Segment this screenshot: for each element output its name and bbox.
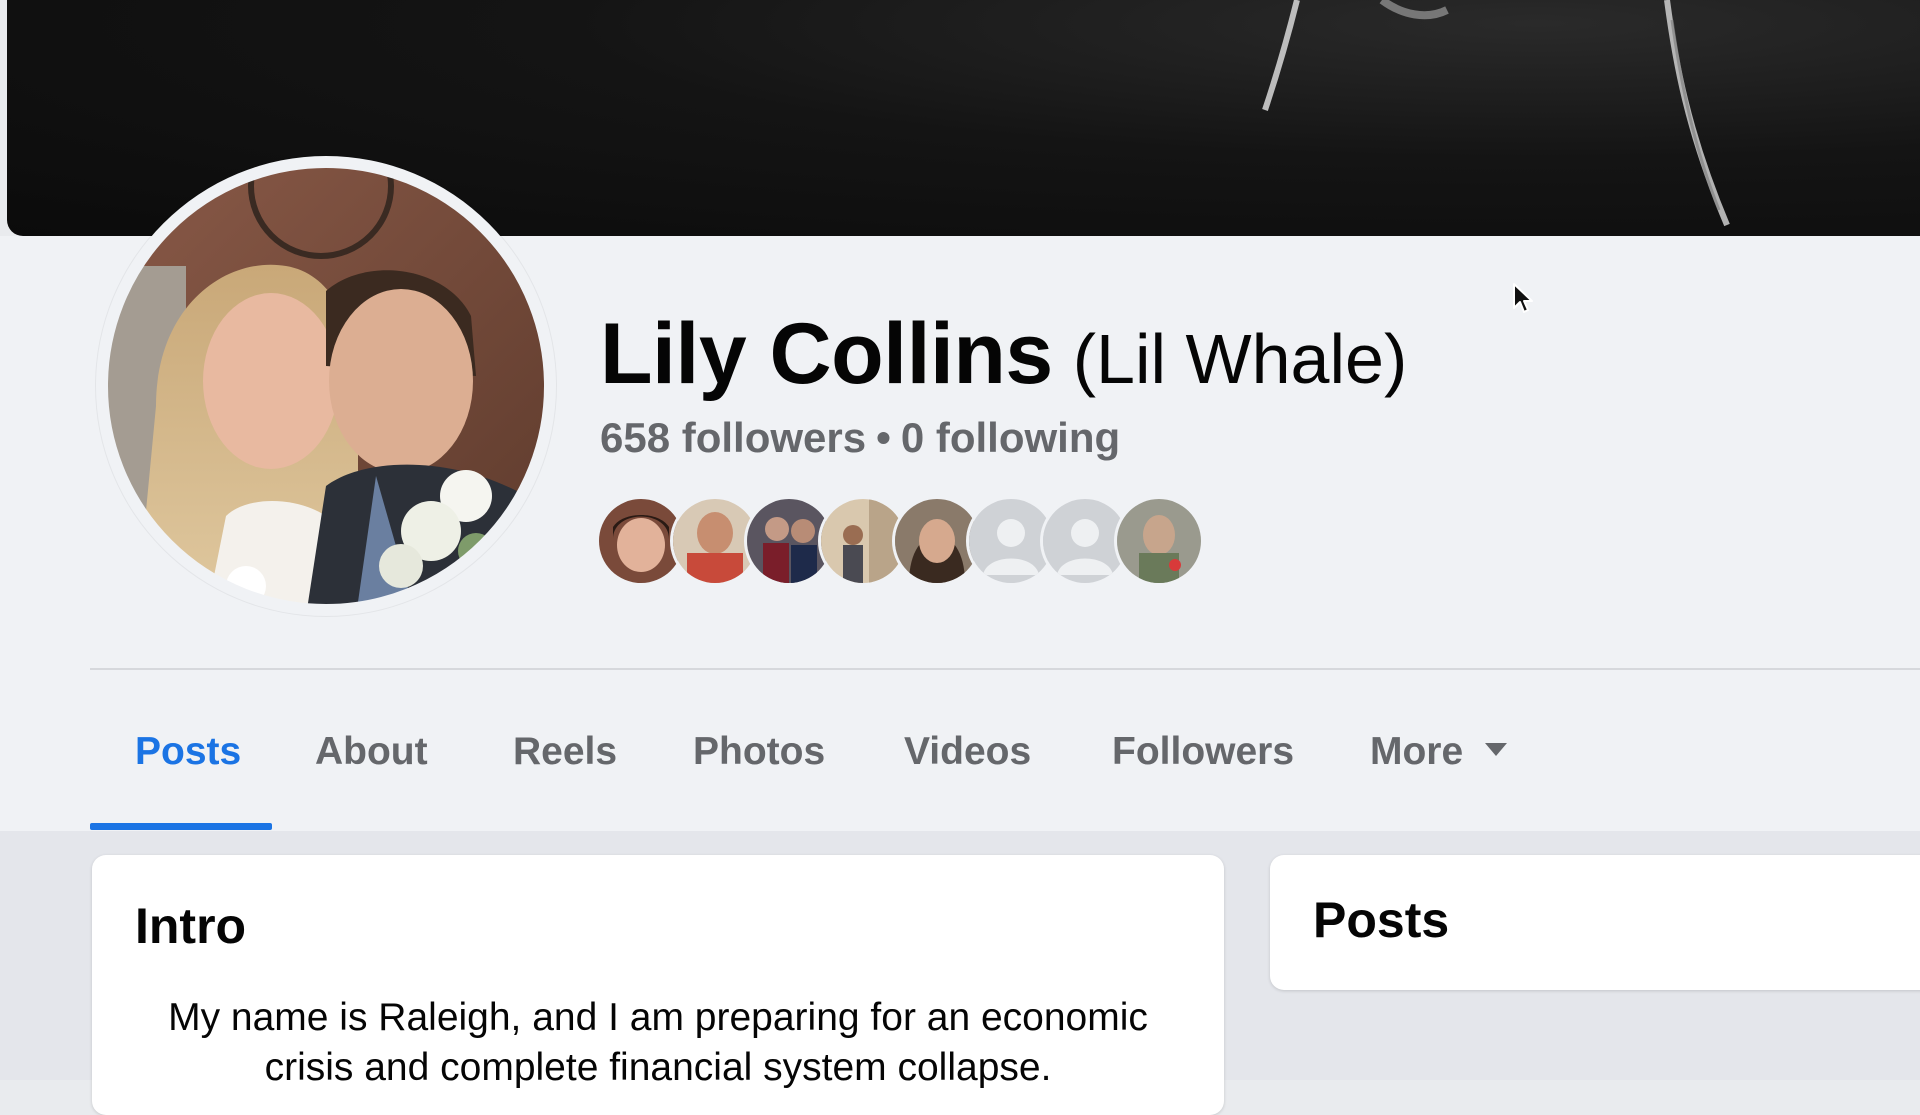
active-tab-indicator [90,823,272,830]
intro-title: Intro [135,898,247,954]
profile-name-row: Lily Collins (Lil Whale) [600,305,1407,404]
following-count-link[interactable]: 0 following [901,414,1120,461]
tab-photos[interactable]: Photos [693,730,825,774]
profile-alternate-name: (Lil Whale) [1072,320,1408,398]
tab-videos[interactable]: Videos [904,730,1031,774]
profile-picture[interactable] [96,156,556,616]
follow-counts: 658 followers • 0 following [600,414,1120,462]
tab-more-label: More [1370,730,1464,773]
tab-more[interactable]: More [1370,730,1508,774]
profile-name: Lily Collins [600,306,1053,402]
tab-followers[interactable]: Followers [1112,730,1294,774]
mouse-cursor-icon [1512,282,1536,321]
header-divider [90,668,1920,670]
caret-down-icon [1485,743,1508,757]
intro-card: Intro My name is Raleigh, and I am prepa… [92,855,1224,1115]
intro-bio: My name is Raleigh, and I am preparing f… [168,996,1148,1089]
tab-posts[interactable]: Posts [135,730,241,774]
tab-reels[interactable]: Reels [513,730,617,774]
posts-card: Posts [1270,855,1920,990]
separator-dot: • [876,414,891,461]
friend-avatar[interactable] [1114,496,1204,586]
followers-count-link[interactable]: 658 followers [600,414,866,461]
tab-about[interactable]: About [315,730,428,774]
profile-tabs: Posts About Reels Photos Videos Follower… [90,700,1920,832]
posts-card-title: Posts [1313,892,1450,948]
